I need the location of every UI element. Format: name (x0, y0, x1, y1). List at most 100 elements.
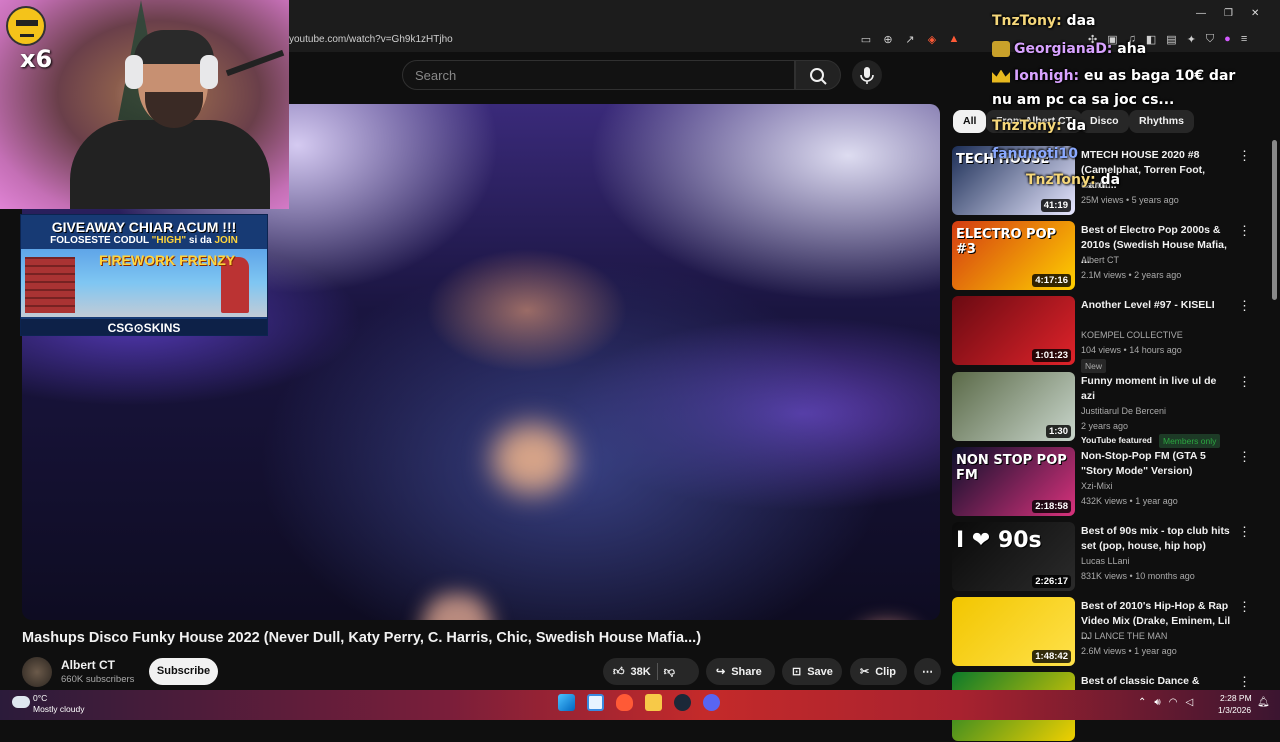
video-duration: 2:26:17 (1032, 575, 1071, 588)
window-controls: — ❐ ✕ (1196, 8, 1259, 19)
recommended-channel[interactable]: DJ LANCE THE MAN (1081, 631, 1167, 641)
bookmark-icon: ⊡ (792, 666, 802, 678)
task-view-icon[interactable] (587, 694, 604, 711)
video-hand (422, 594, 492, 620)
video-duration: 1:01:23 (1032, 349, 1071, 362)
channel-name[interactable]: Albert CT (61, 658, 115, 672)
close-icon[interactable]: ✕ (1251, 8, 1259, 19)
save-button[interactable]: ⊡ Save (782, 658, 842, 685)
subscribe-button[interactable]: Subscribe (149, 658, 218, 685)
recommended-channel[interactable]: Justitiarul De Berceni (1081, 406, 1166, 416)
notification-icon[interactable]: 🔔︎ (1257, 697, 1270, 708)
wifi-icon[interactable]: ◠ (1169, 697, 1178, 708)
recommended-video[interactable]: NON STOP POP FM 2:18:58 Non-Stop-Pop FM (G… (952, 447, 1262, 517)
vpn-icon[interactable]: ⛉ (1206, 33, 1214, 46)
more-icon[interactable]: ⋮ (1238, 674, 1251, 690)
zoom-icon[interactable]: ⊕ (882, 33, 894, 46)
leo-icon[interactable]: ✦ (1187, 33, 1196, 46)
recommended-title[interactable]: Funny moment in live ul de azi (1081, 374, 1231, 404)
thumbs-down-icon[interactable]: 👎︎ (664, 665, 675, 678)
chip-disco[interactable]: Disco (1080, 110, 1129, 133)
system-tray: ⌃ 🔊︎ ◠ ◁ (1138, 697, 1193, 708)
recommended-video[interactable]: 1:01:23 Another Level #97 - KISELI ⋮ KOEMPE… (952, 296, 1262, 373)
chip-all[interactable]: All (953, 110, 987, 133)
clock-time[interactable]: 2:28 PM (1220, 693, 1252, 703)
wallet-icon[interactable]: ▤ (1166, 33, 1176, 46)
weather-description[interactable]: Mostly cloudy (33, 704, 85, 714)
recommended-channel[interactable]: Xzi-Mixi (1081, 481, 1113, 491)
minimize-icon[interactable]: — (1196, 8, 1206, 19)
brave-browser-icon[interactable] (616, 694, 633, 711)
more-icon[interactable]: ⋮ (1238, 223, 1251, 239)
video-thumbnail[interactable]: NON STOP POP FM 2:18:58 (952, 447, 1075, 516)
video-thumbnail[interactable]: 1:01:23 (952, 296, 1075, 365)
like-count[interactable]: 38K (631, 666, 651, 678)
avatar[interactable] (22, 657, 52, 687)
more-icon: ⋯ (922, 666, 933, 678)
thumbnail-text: I ❤ 90s (956, 528, 1042, 553)
maximize-icon[interactable]: ❐ (1224, 8, 1233, 19)
recommended-title[interactable]: Non-Stop-Pop FM (GTA 5 "Story Mode" Vers… (1081, 449, 1231, 479)
volume-icon[interactable]: ◁ (1185, 697, 1193, 708)
recommended-channel[interactable]: Lucas LLani (1081, 556, 1130, 566)
chevron-up-icon[interactable]: ⌃ (1138, 697, 1146, 708)
recommended-meta: 831K views • 10 months ago (1081, 571, 1195, 581)
more-icon[interactable]: ⋮ (1238, 148, 1251, 164)
microphone-icon (860, 67, 874, 84)
save-label: Save (807, 665, 833, 678)
steam-icon[interactable] (674, 694, 691, 711)
url-text[interactable]: youtube.com/watch?v=Gh9k1zHTjho (289, 34, 453, 45)
recommended-video[interactable]: I ❤ 90s 2:26:17 Best of 90s mix - top club… (952, 522, 1262, 592)
menu-icon[interactable]: ≡ (1241, 33, 1247, 46)
more-icon[interactable]: ⋮ (1238, 449, 1251, 465)
search-button[interactable] (795, 60, 841, 90)
sidebar-icon[interactable]: ◧ (1146, 33, 1156, 46)
subscriber-count: 660K subscribers (61, 674, 135, 685)
video-thumbnail[interactable]: ELECTRO POP #3 4:17:16 (952, 221, 1075, 290)
giveaway-game-name: FIREWORK FRENZY (99, 252, 236, 268)
clock-date[interactable]: 1/3/2026 (1218, 705, 1251, 715)
screen-icon[interactable]: ▭ (860, 33, 872, 46)
chat-message: GeorgianaD: aha (992, 41, 1146, 57)
chat-message: Ionhigh: eu as baga 10€ dar (992, 68, 1235, 84)
multiplier-label: x6 (20, 45, 53, 73)
recommended-video[interactable]: 1:30 Funny moment in live ul de azi ⋮ Justi… (952, 372, 1262, 448)
scrollbar[interactable] (1272, 140, 1277, 300)
recommended-video[interactable]: 1:48:42 Best of 2010's Hip-Hop & Rap Vide… (952, 597, 1262, 667)
video-thumbnail[interactable]: I ❤ 90s 2:26:17 (952, 522, 1075, 591)
discord-icon[interactable] (703, 694, 720, 711)
share-button[interactable]: ↪ Share (706, 658, 775, 685)
recommended-title[interactable]: Another Level #97 - KISELI (1081, 298, 1231, 313)
speaker-icon[interactable]: 🔊︎ (1154, 697, 1160, 708)
more-icon[interactable]: ⋮ (1238, 374, 1251, 390)
video-duration: 41:19 (1040, 199, 1071, 212)
share-icon[interactable]: ↗ (904, 33, 916, 46)
recommended-channel[interactable]: Albert CT (1081, 255, 1119, 265)
streamer-shirt (70, 120, 270, 209)
recommended-video[interactable]: ELECTRO POP #3 4:17:16 Best of Electro Pop… (952, 221, 1262, 291)
more-actions-button[interactable]: ⋯ (914, 658, 941, 685)
brave-shield-icon[interactable]: ◈ (926, 33, 938, 46)
video-thumbnail[interactable]: 1:48:42 (952, 597, 1075, 666)
more-icon[interactable]: ⋮ (1238, 524, 1251, 540)
weather-temperature[interactable]: 0°C (33, 693, 47, 703)
chat-message: TnzTony: da (1026, 172, 1121, 188)
more-icon[interactable]: ⋮ (1238, 298, 1251, 314)
new-badge: New (1081, 359, 1107, 373)
like-dislike-group: 👍︎ 38K 👎︎ (603, 658, 699, 685)
voice-search-button[interactable] (852, 60, 882, 90)
recommended-title[interactable]: Best of 90s mix - top club hits set (pop… (1081, 524, 1231, 554)
chip-rhythms[interactable]: Rhythms (1129, 110, 1194, 133)
thumbs-up-icon[interactable]: 👍︎ (613, 665, 625, 678)
profile-icon[interactable]: ● (1224, 33, 1231, 46)
chat-message: nu am pc ca sa joc cs... (992, 92, 1175, 108)
windows-start-icon[interactable] (558, 694, 575, 711)
more-icon[interactable]: ⋮ (1238, 599, 1251, 615)
video-thumbnail[interactable]: 1:30 (952, 372, 1075, 441)
clip-button[interactable]: ✂ Clip (850, 658, 907, 685)
file-explorer-icon[interactable] (645, 694, 662, 711)
rewards-icon[interactable]: ▲ (948, 33, 960, 46)
search-input[interactable]: Search (402, 60, 795, 90)
recommended-channel[interactable]: KOEMPEL COLLECTIVE (1081, 330, 1183, 340)
streamer-webcam: x6 (0, 0, 289, 209)
